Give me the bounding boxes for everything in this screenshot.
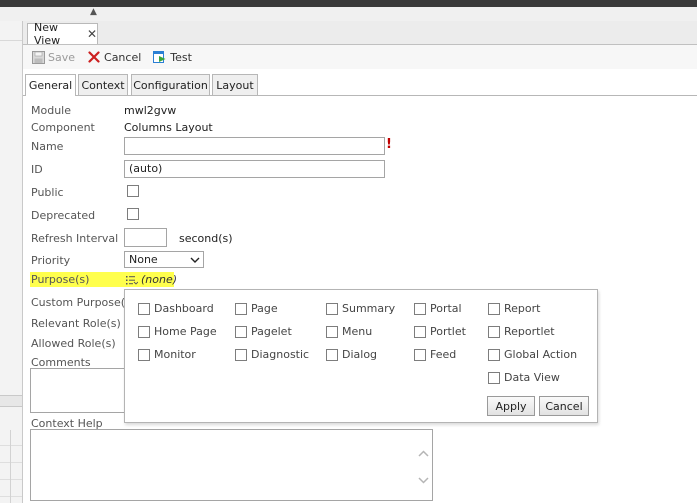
left-panel-column-line	[10, 430, 11, 503]
checkbox[interactable]	[414, 348, 426, 361]
popup-cancel-button[interactable]: Cancel	[539, 396, 589, 416]
purpose-option-portal[interactable]: Portal	[414, 302, 462, 315]
deprecated-checkbox[interactable]	[127, 208, 139, 220]
public-checkbox[interactable]	[127, 185, 139, 197]
priority-selected-value: None	[129, 253, 158, 266]
checkbox[interactable]	[138, 302, 150, 315]
purposes-label: Purpose(s)	[30, 272, 125, 287]
purpose-option-monitor[interactable]: Monitor	[138, 348, 196, 361]
checkbox[interactable]	[326, 348, 338, 361]
module-label: Module	[31, 104, 71, 117]
checkbox[interactable]	[488, 325, 500, 338]
left-panel-row-line	[0, 445, 22, 446]
purpose-option-page[interactable]: Page	[235, 302, 278, 315]
purpose-option-home-page[interactable]: Home Page	[138, 325, 217, 338]
save-icon	[31, 50, 45, 64]
tab-context[interactable]: Context	[78, 74, 128, 95]
toolbar: Save Cancel Test	[23, 45, 697, 69]
purpose-option-global-action[interactable]: Global Action	[488, 348, 577, 361]
tab-configuration[interactable]: Configuration	[131, 74, 210, 95]
document-tab-strip	[23, 21, 697, 45]
save-label: Save	[48, 50, 76, 64]
purpose-option-data-view[interactable]: Data View	[488, 371, 560, 384]
checkbox[interactable]	[235, 302, 247, 315]
checkbox[interactable]	[414, 302, 426, 315]
purpose-option-pagelet[interactable]: Pagelet	[235, 325, 292, 338]
test-icon	[153, 50, 167, 64]
name-label: Name	[31, 140, 64, 153]
refresh-interval-label: Refresh Interval	[31, 232, 119, 245]
context-help-textarea[interactable]	[30, 429, 433, 501]
purpose-option-summary[interactable]: Summary	[326, 302, 395, 315]
checkbox[interactable]	[138, 325, 150, 338]
deprecated-label: Deprecated	[31, 209, 96, 222]
id-field[interactable]: (auto)	[124, 160, 385, 178]
purpose-option-diagnostic[interactable]: Diagnostic	[235, 348, 309, 361]
purpose-option-report[interactable]: Report	[488, 302, 540, 315]
purpose-option-reportlet[interactable]: Reportlet	[488, 325, 555, 338]
close-icon[interactable]: ✕	[87, 27, 97, 41]
checkbox[interactable]	[326, 302, 338, 315]
tab-general[interactable]: General	[25, 74, 76, 96]
document-tab-new-view[interactable]: New View ✕	[27, 21, 98, 47]
comments-textarea[interactable]	[30, 368, 126, 413]
left-panel-row-line	[0, 496, 22, 497]
apply-button[interactable]: Apply	[487, 396, 535, 416]
cancel-button[interactable]: Cancel	[87, 50, 141, 64]
purpose-option-feed[interactable]: Feed	[414, 348, 456, 361]
checkbox[interactable]	[235, 348, 247, 361]
refresh-interval-field[interactable]	[124, 228, 167, 247]
left-panel-divider	[0, 40, 22, 41]
purpose-option-menu[interactable]: Menu	[326, 325, 372, 338]
component-value: Columns Layout	[124, 121, 213, 134]
purpose-picker-popup: Dashboard Page Summary Portal Report Hom…	[124, 289, 598, 423]
public-label: Public	[31, 186, 64, 199]
component-label: Component	[31, 121, 95, 134]
allowed-roles-label: Allowed Role(s)	[31, 337, 116, 350]
relevant-roles-label: Relevant Role(s)	[31, 317, 121, 330]
left-panel-header	[0, 395, 22, 407]
purposes-value: (none)	[141, 273, 178, 286]
test-button[interactable]: Test	[153, 50, 192, 64]
list-picker-icon	[126, 275, 138, 285]
checkbox[interactable]	[488, 302, 500, 315]
checkbox[interactable]	[488, 348, 500, 361]
purposes-picker[interactable]: (none)	[124, 272, 178, 287]
checkbox[interactable]	[326, 325, 338, 338]
purpose-option-dashboard[interactable]: Dashboard	[138, 302, 214, 315]
required-icon: !	[386, 137, 392, 152]
test-label: Test	[170, 50, 192, 64]
checkbox[interactable]	[235, 325, 247, 338]
collapse-strip	[0, 7, 697, 22]
left-panel-row-line	[0, 479, 22, 480]
cancel-label: Cancel	[104, 50, 142, 64]
top-window-bar	[0, 0, 697, 7]
purpose-option-dialog[interactable]: Dialog	[326, 348, 377, 361]
left-panel-row-line	[0, 462, 22, 463]
purpose-option-portlet[interactable]: Portlet	[414, 325, 466, 338]
checkbox[interactable]	[488, 371, 500, 384]
checkbox[interactable]	[414, 325, 426, 338]
priority-label: Priority	[31, 254, 71, 267]
module-value: mwl2gvw	[124, 104, 177, 117]
id-label: ID	[31, 163, 43, 176]
left-panel	[0, 21, 23, 503]
name-field[interactable]	[124, 137, 385, 155]
chevron-down-icon	[187, 257, 203, 263]
collapse-arrow-icon[interactable]: ▲	[90, 7, 97, 17]
cancel-x-icon	[87, 50, 101, 64]
scroll-up-icon[interactable]	[418, 447, 429, 460]
view-editor-tabs: General Context Configuration Layout	[23, 73, 697, 96]
document-tab-title: New View	[34, 21, 61, 47]
checkbox[interactable]	[138, 348, 150, 361]
priority-select[interactable]: None	[124, 251, 204, 268]
save-button[interactable]: Save	[31, 50, 75, 64]
refresh-interval-unit: second(s)	[179, 232, 233, 245]
tab-layout[interactable]: Layout	[212, 74, 258, 95]
scroll-down-icon[interactable]	[418, 474, 429, 487]
custom-purpose-label: Custom Purpose(s)	[31, 296, 136, 309]
